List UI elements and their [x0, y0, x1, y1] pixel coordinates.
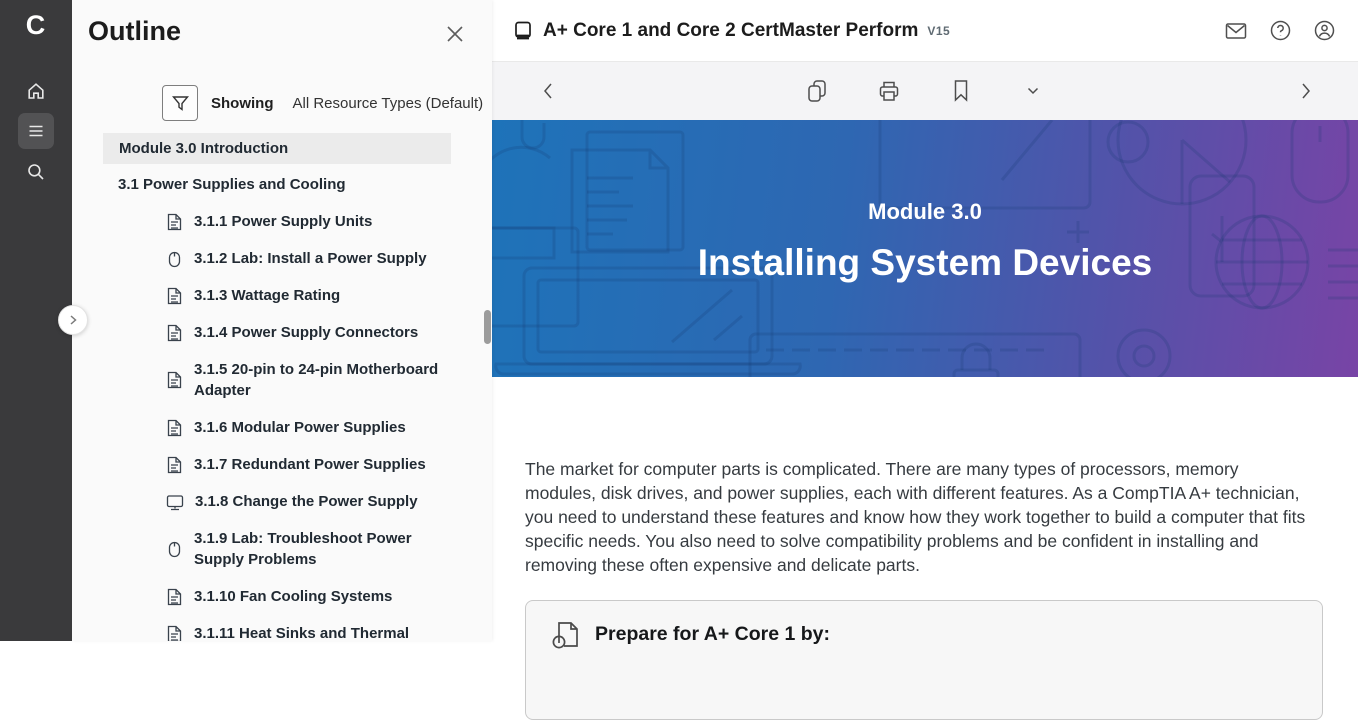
- document-icon: [166, 419, 183, 437]
- module-banner: Module 3.0 Installing System Devices: [492, 120, 1358, 377]
- outline-item-label: 3.1.1 Power Supply Units: [194, 211, 446, 232]
- outline-item[interactable]: 3.1.6 Modular Power Supplies: [166, 417, 466, 438]
- outline-item[interactable]: 3.1.7 Redundant Power Supplies: [166, 454, 466, 475]
- print-button[interactable]: [875, 75, 903, 107]
- outline-item-label: 3.1.2 Lab: Install a Power Supply: [194, 248, 446, 269]
- lab-icon: [166, 250, 183, 268]
- outline-item-label: 3.1.10 Fan Cooling Systems: [194, 586, 446, 607]
- copy-icon: [806, 79, 828, 103]
- previous-page-button[interactable]: [532, 75, 564, 107]
- funnel-icon: [172, 95, 189, 112]
- outline-item-module-intro[interactable]: Module 3.0 Introduction: [103, 133, 451, 164]
- bookmark-menu-button[interactable]: [1019, 75, 1047, 107]
- main-content: A+ Core 1 and Core 2 CertMaster Perform …: [492, 0, 1358, 641]
- task-document-icon: [550, 619, 582, 651]
- filter-label: Showing: [211, 95, 274, 112]
- chevron-right-icon: [67, 314, 79, 326]
- filter-button[interactable]: [162, 85, 198, 121]
- chevron-down-icon: [1027, 87, 1039, 95]
- document-icon: [166, 371, 183, 389]
- close-icon: [445, 24, 465, 44]
- document-icon: [166, 588, 183, 606]
- prepare-heading: Prepare for A+ Core 1 by:: [595, 623, 830, 646]
- next-page-button[interactable]: [1290, 75, 1322, 107]
- outline-section-3-1[interactable]: 3.1 Power Supplies and Cooling: [118, 176, 346, 193]
- app-logo[interactable]: C: [0, 10, 72, 41]
- chevron-left-icon: [541, 82, 555, 100]
- outline-item-label: 3.1.4 Power Supply Connectors: [194, 322, 446, 343]
- content-toolbar: [492, 62, 1358, 120]
- close-outline-button[interactable]: [445, 24, 465, 44]
- bookmark-icon: [952, 79, 970, 103]
- outline-item[interactable]: 3.1.2 Lab: Install a Power Supply: [166, 248, 466, 269]
- outline-item-label: 3.1.9 Lab: Troubleshoot Power Supply Pro…: [194, 528, 446, 570]
- home-icon: [26, 81, 46, 101]
- outline-item-label: 3.1.3 Wattage Rating: [194, 285, 446, 306]
- copy-button[interactable]: [803, 75, 831, 107]
- outline-panel: Outline Showing All Resource Types (Defa…: [72, 0, 492, 641]
- account-icon: [1314, 20, 1335, 41]
- prepare-callout: Prepare for A+ Core 1 by:: [525, 600, 1323, 720]
- document-icon: [166, 625, 183, 642]
- banner-module-label: Module 3.0: [492, 199, 1358, 225]
- outline-item[interactable]: 3.1.3 Wattage Rating: [166, 285, 466, 306]
- filter-row: Showing All Resource Types (Default): [162, 85, 483, 121]
- filter-value[interactable]: All Resource Types (Default): [293, 95, 484, 112]
- outline-item-label: 3.1.5 20-pin to 24-pin Motherboard Adapt…: [194, 359, 446, 401]
- outline-item[interactable]: 3.1.5 20-pin to 24-pin Motherboard Adapt…: [166, 359, 466, 401]
- search-icon: [26, 162, 46, 182]
- outline-item[interactable]: 3.1.8 Change the Power Supply: [166, 491, 466, 512]
- outline-item[interactable]: 3.1.1 Power Supply Units: [166, 211, 466, 232]
- lab-icon: [166, 540, 183, 558]
- outline-title: Outline: [88, 16, 181, 47]
- course-version: V15: [927, 24, 950, 38]
- menu-icon: [26, 121, 46, 141]
- account-button[interactable]: [1310, 17, 1338, 45]
- outline-item-label: 3.1.11 Heat Sinks and Thermal: [194, 623, 446, 641]
- bookmark-button[interactable]: [947, 75, 975, 107]
- help-button[interactable]: [1266, 17, 1294, 45]
- search-button[interactable]: [18, 154, 54, 190]
- outline-item[interactable]: 3.1.4 Power Supply Connectors: [166, 322, 466, 343]
- document-icon: [166, 213, 183, 231]
- outline-list: 3.1.1 Power Supply Units 3.1.2 Lab: Inst…: [166, 211, 466, 641]
- outline-item-label: Module 3.0 Introduction: [119, 140, 288, 157]
- intro-paragraph: The market for computer parts is complic…: [525, 457, 1314, 577]
- print-icon: [877, 79, 901, 103]
- messages-button[interactable]: [1222, 17, 1250, 45]
- outline-item-label: 3.1.7 Redundant Power Supplies: [194, 454, 446, 475]
- document-icon: [166, 324, 183, 342]
- outline-item[interactable]: 3.1.10 Fan Cooling Systems: [166, 586, 466, 607]
- chevron-right-icon: [1299, 82, 1313, 100]
- document-icon: [166, 287, 183, 305]
- course-title: A+ Core 1 and Core 2 CertMaster Perform: [543, 20, 918, 42]
- outline-scrollbar-thumb[interactable]: [484, 310, 491, 344]
- outline-menu-button[interactable]: [18, 113, 54, 149]
- outline-item-label: 3.1.8 Change the Power Supply: [195, 491, 447, 512]
- collapse-panel-button[interactable]: [58, 305, 88, 335]
- help-icon: [1270, 20, 1291, 41]
- home-button[interactable]: [18, 73, 54, 109]
- document-icon: [166, 456, 183, 474]
- outline-item[interactable]: 3.1.11 Heat Sinks and Thermal: [166, 623, 466, 641]
- mail-icon: [1225, 22, 1247, 40]
- outline-item-label: 3.1.6 Modular Power Supplies: [194, 417, 446, 438]
- monitor-icon: [166, 493, 184, 511]
- course-header: A+ Core 1 and Core 2 CertMaster Perform …: [492, 0, 1358, 62]
- outline-item[interactable]: 3.1.9 Lab: Troubleshoot Power Supply Pro…: [166, 528, 466, 570]
- book-icon: [514, 21, 532, 41]
- banner-title: Installing System Devices: [492, 241, 1358, 285]
